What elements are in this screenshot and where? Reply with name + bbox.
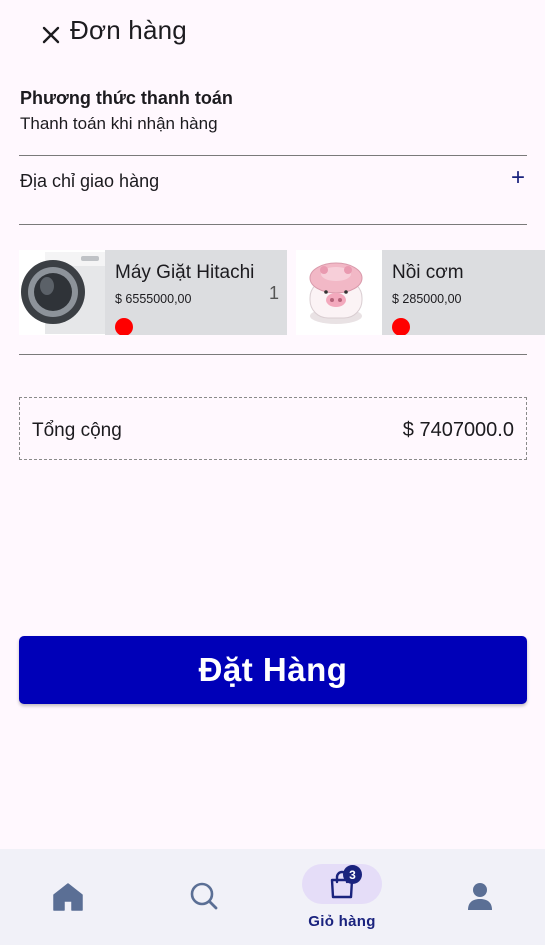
payment-method-value: Thanh toán khi nhận hàng bbox=[20, 114, 218, 133]
nav-item-profile[interactable] bbox=[412, 849, 545, 945]
shipping-address-row[interactable]: Địa chỉ giao hàng + bbox=[19, 156, 527, 224]
close-button[interactable] bbox=[38, 22, 64, 48]
nav-item-home[interactable] bbox=[0, 849, 136, 945]
product-name: Nồi cơm bbox=[392, 262, 464, 283]
bottom-navigation: Giỏ hàng bbox=[0, 849, 545, 945]
shipping-address-label: Địa chỉ giao hàng bbox=[20, 171, 160, 191]
profile-icon bbox=[468, 883, 492, 910]
add-address-icon[interactable]: + bbox=[511, 166, 525, 190]
product-price: $ 285000,00 bbox=[392, 292, 462, 306]
app-bar: Đơn hàng bbox=[0, 0, 545, 70]
product-card[interactable]: Nồi cơm $ 285000,00 bbox=[296, 250, 545, 335]
divider bbox=[19, 354, 527, 355]
color-swatch bbox=[392, 318, 410, 335]
home-icon bbox=[53, 883, 83, 911]
color-swatch bbox=[115, 318, 133, 335]
order-total-box: Tổng cộng $ 7407000.0 bbox=[19, 397, 527, 460]
product-info: Máy Giặt Hitachi $ 6555000,00 1 bbox=[105, 250, 287, 335]
divider bbox=[19, 224, 527, 225]
nav-item-cart[interactable]: Giỏ hàng bbox=[274, 849, 410, 945]
total-value: $ 7407000.0 bbox=[402, 419, 514, 441]
nav-item-label: Giỏ hàng bbox=[308, 913, 376, 930]
search-icon bbox=[190, 882, 218, 910]
place-order-button[interactable]: Đặt Hàng bbox=[19, 636, 527, 704]
page-title: Đơn hàng bbox=[70, 15, 187, 45]
payment-method-title: Phương thức thanh toán bbox=[20, 88, 233, 108]
product-list[interactable]: Máy Giặt Hitachi $ 6555000,00 1 Nồi cơm … bbox=[19, 250, 545, 335]
rice-cooker-image bbox=[296, 250, 382, 335]
nav-item-search[interactable] bbox=[136, 849, 272, 945]
washing-machine-image bbox=[19, 250, 105, 335]
cart-count-badge: 3 bbox=[343, 865, 362, 884]
product-quantity: 1 bbox=[268, 283, 279, 303]
product-info: Nồi cơm $ 285000,00 bbox=[382, 250, 545, 335]
product-card[interactable]: Máy Giặt Hitachi $ 6555000,00 1 bbox=[19, 250, 287, 335]
product-name: Máy Giặt Hitachi bbox=[115, 262, 255, 283]
product-price: $ 6555000,00 bbox=[115, 292, 192, 306]
close-icon bbox=[42, 26, 60, 44]
total-label: Tổng cộng bbox=[32, 420, 122, 441]
